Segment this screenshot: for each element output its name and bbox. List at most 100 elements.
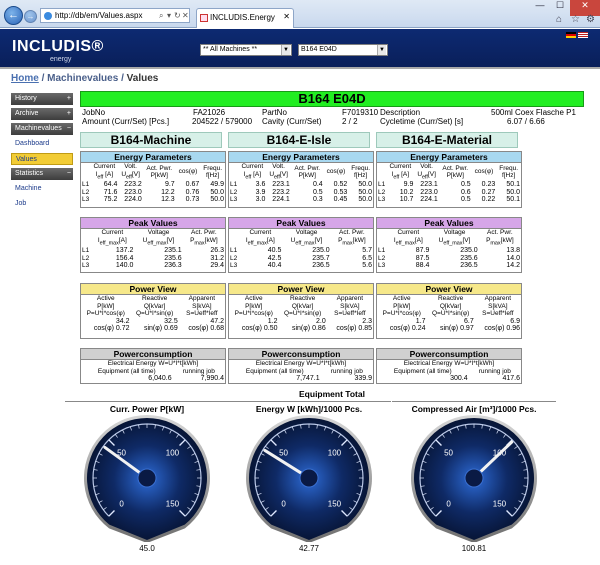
reactive-header: Reactive Q[kVar] Q=U*I*sin(φ) bbox=[279, 295, 327, 318]
gauge-value: 45.0 bbox=[139, 544, 155, 553]
equipment-all-value: 6,040.6 bbox=[148, 375, 172, 382]
current-header: Current Ieff [A] bbox=[241, 163, 264, 180]
powerconsumption-panel: Powerconsumption Electrical Energy W=U*I… bbox=[80, 348, 226, 384]
electrical-energy-label: Electrical Energy W=U*I*t[kWh] bbox=[81, 360, 225, 368]
close-tab-icon[interactable]: ✕ bbox=[283, 12, 290, 21]
browser-tab[interactable]: INCLUDIS.Energy ✕ bbox=[196, 8, 294, 28]
peak-value: 156.4 bbox=[115, 254, 134, 262]
machine-group-select[interactable]: ** All Machines ** ▼ bbox=[200, 44, 292, 56]
sidebar-item-dashboard[interactable]: Dashboard bbox=[11, 138, 73, 150]
s-formula: S=Ueff*Ieff bbox=[186, 310, 218, 317]
energy-value: 0.53 bbox=[333, 188, 348, 196]
reactive-label: Reactive bbox=[141, 295, 168, 302]
sidebar-item-statistics[interactable]: Statistics − bbox=[11, 168, 73, 180]
p-kw-label: P[kW] bbox=[245, 302, 263, 310]
cos-phi-value: 0.24 bbox=[411, 325, 426, 332]
breadcrumb-separator: / bbox=[41, 73, 45, 84]
equipment-total-title: Equipment Total bbox=[299, 389, 365, 399]
line-label: L2 bbox=[82, 254, 90, 262]
cos-phi-label: cos(φ) bbox=[241, 325, 262, 332]
peak-value: 29.4 bbox=[210, 262, 224, 270]
current-label: Current bbox=[397, 229, 420, 236]
volt-label: Volt. bbox=[420, 163, 433, 170]
refresh-icon[interactable]: ↻ bbox=[174, 11, 181, 20]
current-label: Current bbox=[93, 163, 116, 170]
stop-icon[interactable]: ✕ bbox=[182, 11, 189, 20]
cos-phi-cell: cos(φ) 0.50 bbox=[229, 325, 279, 333]
reactive-power-value: 32.5 bbox=[164, 317, 178, 325]
energy-value: 50.0 bbox=[358, 188, 372, 196]
machine-value: B164 E04D bbox=[301, 46, 337, 53]
gauge-hub bbox=[299, 468, 319, 488]
cos-phi-cell: cos(φ) 0.72 bbox=[81, 325, 131, 333]
peak-value: 14.0 bbox=[506, 254, 520, 262]
current-label: Current bbox=[241, 163, 264, 170]
peak-current-header: Current Ieff_max[A] bbox=[245, 229, 275, 246]
sin-phi-value: 0.97 bbox=[460, 325, 474, 332]
forward-button[interactable]: → bbox=[24, 10, 37, 23]
act-pwr-label: Act. Pwr. bbox=[146, 164, 173, 172]
machine-select[interactable]: B164 E04D ▼ bbox=[298, 44, 388, 56]
gauge-hub bbox=[137, 468, 157, 488]
energy-value: 223.0 bbox=[420, 188, 438, 196]
favorites-star-icon[interactable]: ☆ bbox=[571, 14, 580, 25]
energy-value: 0.76 bbox=[185, 188, 200, 196]
energy-value: 71.6 bbox=[103, 188, 118, 196]
breadcrumb-current: Values bbox=[126, 73, 159, 84]
line-label: L1 bbox=[378, 181, 386, 189]
dropdown-icon[interactable]: ▾ bbox=[167, 11, 171, 20]
column-title: B164-E-Isle bbox=[228, 132, 370, 148]
sidebar-item-values[interactable]: Values bbox=[11, 153, 73, 165]
machine-group-value: ** All Machines ** bbox=[203, 46, 258, 53]
flag-en-icon[interactable] bbox=[578, 32, 588, 38]
energy-value: 223.2 bbox=[124, 181, 142, 189]
apparent-power-value: 47.2 bbox=[210, 317, 224, 325]
reactive-header: Reactive Q[kVar] Q=U*I*sin(φ) bbox=[427, 295, 475, 318]
line-label: L2 bbox=[230, 188, 238, 196]
sin-phi-label: sin(φ) bbox=[143, 325, 163, 332]
gauge-dial: 0 50 100 150 bbox=[246, 414, 372, 542]
sin-phi-cell: sin(φ) 0.86 bbox=[279, 325, 327, 333]
sin-phi-value: 0.69 bbox=[164, 325, 178, 332]
peak-value: 5.7 bbox=[362, 247, 372, 255]
gauge-tick-label: 0 bbox=[281, 499, 286, 508]
power-view-panel: Power View Active P[kW] P=U*I*cos(φ) React… bbox=[376, 283, 522, 339]
search-icon[interactable]: ⌕ bbox=[159, 11, 163, 21]
p-formula: P=U*I*cos(φ) bbox=[382, 310, 421, 317]
peak-act-pwr-header: Act. Pwr. Pmax[kW] bbox=[190, 229, 218, 246]
q-kvar-label: Q[kVar] bbox=[143, 302, 166, 310]
sidebar-item-history[interactable]: History + bbox=[11, 93, 73, 105]
back-button[interactable]: ← bbox=[4, 6, 23, 25]
q-formula: Q=U*I*sin(φ) bbox=[431, 310, 470, 317]
amount-value: 204522 / 579000 bbox=[192, 117, 253, 126]
apparent-power-value: 6.9 bbox=[510, 317, 520, 325]
breadcrumb-home-link[interactable]: Home bbox=[11, 73, 39, 84]
power-view-header: Power View bbox=[81, 284, 225, 295]
minimize-button[interactable]: — bbox=[530, 0, 550, 16]
peak-value: 235.1 bbox=[164, 247, 182, 255]
line-label: L1 bbox=[82, 247, 90, 255]
p-formula: P=U*I*cos(φ) bbox=[86, 310, 125, 317]
sidebar-item-machine[interactable]: Machine bbox=[11, 183, 73, 195]
cos-phi-cell: cos(φ) 0.24 bbox=[377, 325, 427, 333]
tab-title: INCLUDIS.Energy bbox=[210, 13, 275, 22]
volt-header: Volt. Ueff[V] bbox=[269, 163, 288, 180]
powerconsumption-header: Powerconsumption bbox=[229, 349, 373, 360]
s-kva-label: S[kVA] bbox=[488, 302, 508, 310]
peak-row: L2 156.4 235.6 31.2 bbox=[81, 255, 225, 263]
sidebar-item-machinevalues[interactable]: Machinevalues − bbox=[11, 123, 73, 135]
home-icon[interactable]: ⌂ bbox=[556, 14, 562, 25]
settings-gear-icon[interactable]: ⚙ bbox=[586, 14, 595, 25]
sidebar-item-archive[interactable]: Archive + bbox=[11, 108, 73, 120]
address-bar[interactable]: http://db/em/Values.aspx ⌕ ▾ ↻ ✕ bbox=[40, 8, 190, 23]
sidebar-item-job[interactable]: Job bbox=[11, 198, 73, 210]
flag-de-icon[interactable] bbox=[566, 32, 576, 38]
energy-value: 64.4 bbox=[103, 181, 118, 189]
equipment-all-value: 7,747.1 bbox=[296, 375, 320, 382]
energy-parameters-panel: Energy Parameters Current Ieff [A] Volt. U… bbox=[80, 151, 226, 208]
act-pwr-label: Act. Pwr. bbox=[294, 164, 321, 172]
peak-value: 13.8 bbox=[506, 247, 520, 255]
breadcrumb-section[interactable]: Machinevalues bbox=[47, 73, 118, 84]
job-info: JobNo FA21026 PartNo F7019310 Descriptio… bbox=[80, 107, 584, 127]
cos-phi-label: cos(φ) bbox=[389, 325, 410, 332]
